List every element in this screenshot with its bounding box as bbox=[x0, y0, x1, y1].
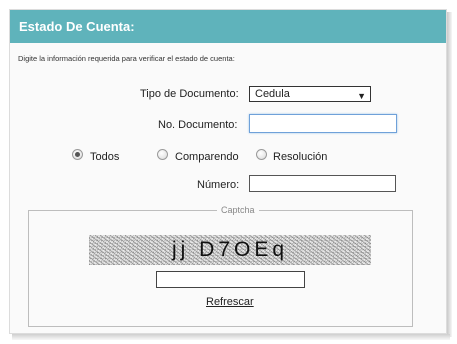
radio-comparendo-label: Comparendo bbox=[175, 151, 239, 163]
account-statement-panel: Estado De Cuenta: Digite la información … bbox=[9, 9, 447, 334]
captcha-image: jj D7OEq bbox=[89, 235, 371, 265]
tipo-documento-select[interactable]: Cedula ▼ bbox=[249, 86, 371, 102]
dropdown-arrow-icon: ▼ bbox=[357, 91, 366, 101]
radio-comparendo[interactable] bbox=[157, 149, 168, 160]
numero-input[interactable] bbox=[249, 175, 396, 192]
numero-label: Número: bbox=[197, 179, 240, 191]
radio-resolucion[interactable] bbox=[256, 149, 267, 160]
radio-todos[interactable] bbox=[72, 149, 83, 160]
panel-shadow-right bbox=[447, 12, 452, 337]
no-documento-label: No. Documento: bbox=[158, 119, 238, 131]
panel-title: Estado De Cuenta: bbox=[19, 19, 135, 34]
panel-header: Estado De Cuenta: bbox=[10, 10, 446, 43]
captcha-image-text: jj D7OEq bbox=[171, 238, 289, 261]
tipo-documento-label: Tipo de Documento: bbox=[140, 88, 239, 100]
radio-resolucion-label: Resolución bbox=[273, 151, 328, 163]
refresh-captcha-link[interactable]: Refrescar bbox=[206, 296, 254, 308]
radio-todos-label: Todos bbox=[90, 151, 120, 163]
tipo-documento-selected: Cedula bbox=[255, 88, 290, 100]
captcha-fieldset: Captcha jj D7OEq Refrescar bbox=[28, 205, 413, 327]
captcha-input[interactable] bbox=[156, 271, 305, 288]
instructions-text: Digite la información requerida para ver… bbox=[18, 54, 235, 63]
no-documento-input[interactable] bbox=[249, 114, 397, 133]
panel-shadow-bottom bbox=[12, 334, 450, 340]
captcha-legend: Captcha bbox=[217, 205, 259, 215]
